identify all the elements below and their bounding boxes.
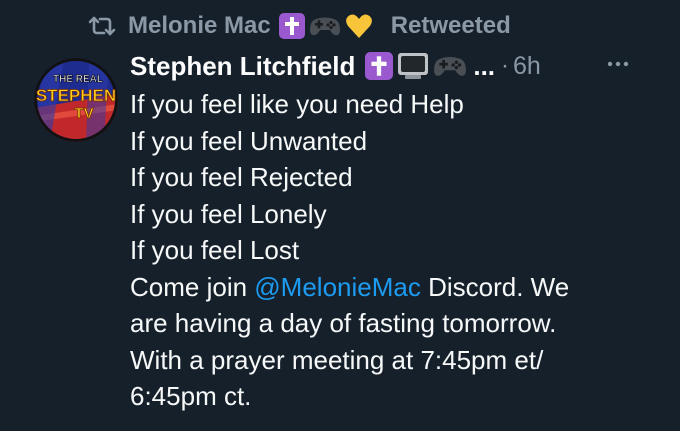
tweet-timestamp[interactable]: 6h [513, 52, 541, 81]
tweet-line: If you feel Lost [130, 235, 300, 265]
svg-text:THE REAL: THE REAL [53, 74, 103, 85]
tweet-line: are having a day of fasting tomorrow. [130, 308, 557, 338]
retweeted-label: Retweeted [390, 12, 511, 39]
mention-link[interactable]: @MelonieMac [254, 272, 421, 302]
tweet-author-row: Stephen Litchfield ... · 6h [130, 46, 660, 86]
retweet-header: Melonie Mac Retweeted [88, 8, 511, 44]
television-emoji-icon [398, 53, 429, 79]
tweet-line-join: Come join @MelonieMac Discord. We [130, 269, 660, 306]
retweeter-name[interactable]: Melonie Mac [128, 12, 271, 40]
latin-cross-emoji-icon [365, 52, 394, 80]
tweet-line: With a prayer meeting at 7:45pm et/ [130, 344, 544, 375]
video-game-controller-emoji-icon [434, 56, 467, 76]
separator-dot: · [501, 52, 510, 79]
svg-text:TV: TV [74, 105, 93, 122]
tweet-text: If you feel like you need Help If you fe… [130, 86, 660, 415]
yellow-heart-emoji-icon [345, 14, 372, 38]
tweet-card[interactable]: Melonie Mac Retweeted THE REAL STEPHEN T… [0, 0, 680, 431]
tweet-line: If you feel like you need Help [130, 89, 464, 119]
tweet-line: If you feel Unwanted [130, 125, 368, 156]
latin-cross-emoji-icon [278, 13, 305, 39]
video-game-controller-emoji-icon [309, 17, 340, 36]
avatar[interactable]: THE REAL STEPHEN TV [34, 58, 118, 142]
join-suffix: Discord. We [420, 271, 570, 302]
join-prefix: Come join [130, 271, 255, 302]
tweet-line: If you feel Rejected [130, 162, 353, 192]
name-truncation: ... [473, 50, 496, 81]
author-emojis [365, 51, 471, 81]
more-options-icon[interactable] [606, 58, 630, 70]
retweet-icon [88, 16, 116, 36]
channel-logo-avatar-icon: THE REAL STEPHEN TV [34, 58, 118, 142]
svg-text:STEPHEN: STEPHEN [36, 86, 116, 105]
retweeter-emojis [278, 13, 377, 39]
tweet-line: 6:45pm ct. [130, 381, 252, 411]
tweet-line: If you feel Lonely [130, 198, 327, 229]
author-display-name[interactable]: Stephen Litchfield [130, 51, 355, 82]
